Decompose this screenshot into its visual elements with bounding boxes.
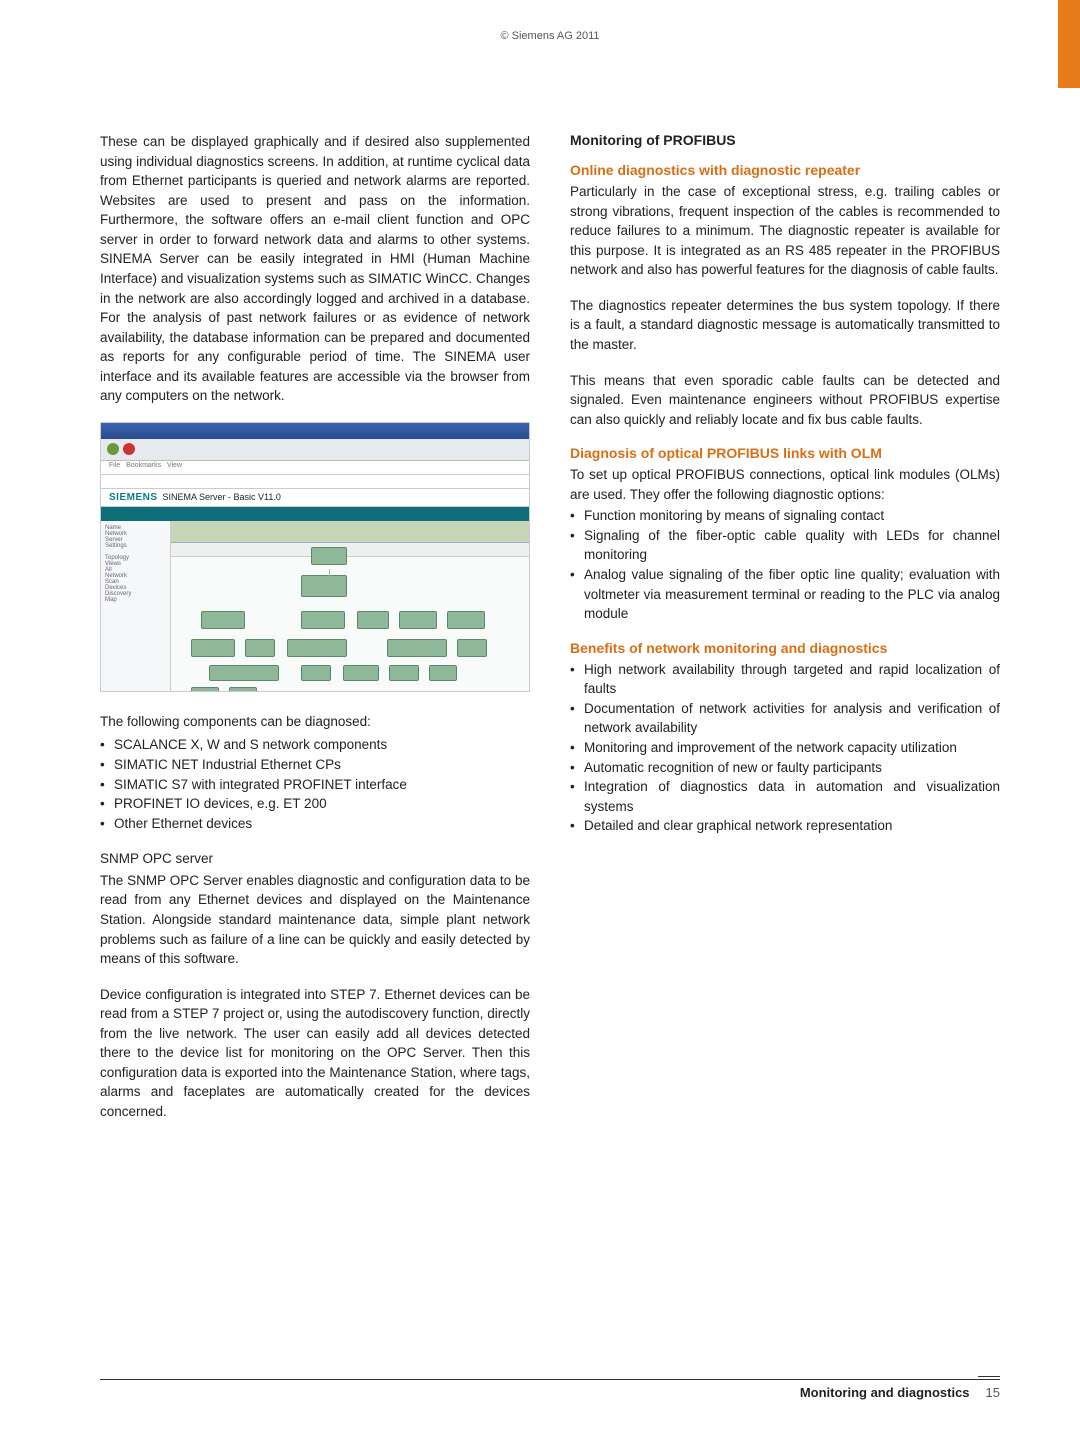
left-column: These can be displayed graphically and i…: [100, 132, 530, 1138]
footer-page-number: 15: [986, 1385, 1000, 1400]
screenshot-brand: SIEMENS: [109, 492, 158, 503]
list-item: SIMATIC S7 with integrated PROFINET inte…: [100, 775, 530, 795]
screenshot-product: SINEMA Server - Basic V11.0: [163, 492, 281, 502]
list-item: PROFINET IO devices, e.g. ET 200: [100, 794, 530, 814]
sinema-screenshot: File Bookmarks View SIEMENS SINEMA Serve…: [100, 422, 530, 692]
sub-online-diag: Online diagnostics with diagnostic repea…: [570, 162, 1000, 178]
right-p3: This means that even sporadic cable faul…: [570, 371, 1000, 430]
sub-olm: Diagnosis of optical PROFIBUS links with…: [570, 445, 1000, 461]
list-item: Other Ethernet devices: [100, 814, 530, 834]
list-item: Automatic recognition of new or faulty p…: [570, 758, 1000, 778]
page-footer: Monitoring and diagnostics 15: [100, 1385, 1000, 1400]
right-p4: To set up optical PROFIBUS connections, …: [570, 465, 1000, 504]
footer-section: Monitoring and diagnostics: [800, 1385, 970, 1400]
snmp-p2: Device configuration is integrated into …: [100, 985, 530, 1122]
list-item: SCALANCE X, W and S network components: [100, 735, 530, 755]
snmp-title: SNMP OPC server: [100, 849, 530, 869]
snmp-p1: The SNMP OPC Server enables diagnostic a…: [100, 871, 530, 969]
benefits-list: High network availability through target…: [570, 660, 1000, 836]
page-content: © Siemens AG 2011 These can be displayed…: [0, 0, 1080, 1178]
list-item: SIMATIC NET Industrial Ethernet CPs: [100, 755, 530, 775]
right-column: Monitoring of PROFIBUS Online diagnostic…: [570, 132, 1000, 1138]
olm-list: Function monitoring by means of signalin…: [570, 506, 1000, 623]
sub-benefits: Benefits of network monitoring and diagn…: [570, 640, 1000, 656]
list-item: Analog value signaling of the fiber opti…: [570, 565, 1000, 624]
intro-paragraph: These can be displayed graphically and i…: [100, 132, 530, 406]
list-item: Documentation of network activities for …: [570, 699, 1000, 738]
list-item: Detailed and clear graphical network rep…: [570, 816, 1000, 836]
footer-short-rule: [978, 1376, 1000, 1377]
list-item: Signaling of the fiber-optic cable quali…: [570, 526, 1000, 565]
right-p1: Particularly in the case of exceptional …: [570, 182, 1000, 280]
section-tab: [1058, 0, 1080, 88]
right-h1: Monitoring of PROFIBUS: [570, 132, 1000, 148]
right-p2: The diagnostics repeater determines the …: [570, 296, 1000, 355]
list-item: Function monitoring by means of signalin…: [570, 506, 1000, 526]
diag-list: SCALANCE X, W and S network components S…: [100, 735, 530, 833]
list-item: Monitoring and improvement of the networ…: [570, 738, 1000, 758]
diag-intro: The following components can be diagnose…: [100, 712, 530, 732]
list-item: High network availability through target…: [570, 660, 1000, 699]
footer-rule: [100, 1379, 1000, 1380]
list-item: Integration of diagnostics data in autom…: [570, 777, 1000, 816]
copyright-line: © Siemens AG 2011: [100, 30, 1000, 42]
